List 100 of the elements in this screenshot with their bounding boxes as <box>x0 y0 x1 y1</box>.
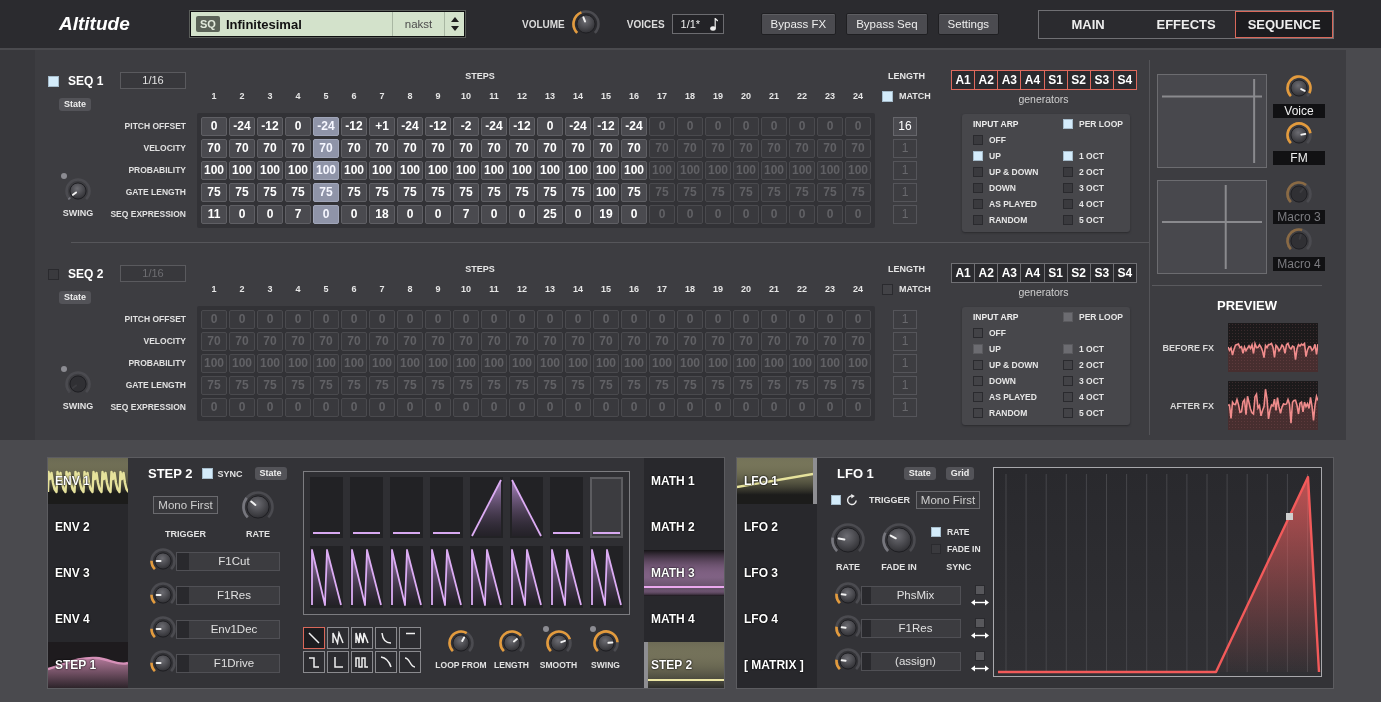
step-slot[interactable] <box>390 477 423 538</box>
option-checkbox[interactable] <box>973 360 983 370</box>
generator-button[interactable]: A4 <box>1020 70 1045 90</box>
step-value-field[interactable]: -24 <box>565 117 591 136</box>
step-value-field[interactable]: -24 <box>397 117 423 136</box>
up-down-arrows-icon[interactable] <box>450 17 459 31</box>
step-value-field[interactable]: -12 <box>257 117 283 136</box>
option-checkbox[interactable] <box>973 392 983 402</box>
step-value-field[interactable]: 100 <box>621 161 647 180</box>
generator-button[interactable]: A2 <box>974 70 999 90</box>
double-arrow-icon[interactable] <box>971 631 989 639</box>
enable-checkbox[interactable] <box>48 75 59 87</box>
step-value-field[interactable]: 100 <box>201 161 227 180</box>
voices-selector[interactable]: 1/1* <box>671 14 724 34</box>
step-value-field[interactable]: 100 <box>397 161 423 180</box>
option-checkbox[interactable] <box>973 215 983 225</box>
step-value-field[interactable]: 0 <box>201 117 227 136</box>
step-slot[interactable] <box>350 546 383 608</box>
step-slot[interactable] <box>590 477 623 538</box>
step-value-field[interactable]: -12 <box>425 117 451 136</box>
step-value-field[interactable]: 100 <box>537 161 563 180</box>
step-slot[interactable] <box>310 546 343 608</box>
generator-button[interactable]: S2 <box>1066 70 1091 90</box>
state-button[interactable]: State <box>59 291 91 304</box>
step-slot[interactable] <box>550 546 583 608</box>
modulator-tab[interactable]: STEP 2 <box>644 642 724 688</box>
option-checkbox[interactable] <box>1063 392 1073 402</box>
step-value-field[interactable]: 100 <box>341 161 367 180</box>
step-value-field[interactable]: 7 <box>285 205 311 224</box>
step-value-field[interactable]: 0 <box>313 205 339 224</box>
option-checkbox[interactable] <box>973 328 983 338</box>
option-checkbox[interactable] <box>1063 215 1073 225</box>
step-value-field[interactable]: 75 <box>257 183 283 202</box>
step-value-field[interactable]: 0 <box>481 205 507 224</box>
double-arrow-icon[interactable] <box>971 598 989 606</box>
generator-button[interactable]: A4 <box>1020 263 1045 283</box>
step-value-field[interactable]: -12 <box>509 117 535 136</box>
sync-checkbox[interactable] <box>201 468 213 479</box>
option-checkbox[interactable] <box>973 183 983 193</box>
step-value-field[interactable]: 100 <box>285 161 311 180</box>
step-value-field[interactable]: 70 <box>313 139 339 158</box>
step-value-field[interactable]: 75 <box>621 183 647 202</box>
modulator-tab[interactable]: [ MATRIX ] <box>737 642 817 688</box>
generator-button[interactable]: S4 <box>1112 263 1137 283</box>
modulator-tab[interactable]: LFO 3 <box>737 550 817 596</box>
step-value-field[interactable]: 70 <box>285 139 311 158</box>
step-slot[interactable] <box>470 477 503 538</box>
step-value-field[interactable]: 75 <box>537 183 563 202</box>
step-value-field[interactable]: 18 <box>369 205 395 224</box>
step-slot[interactable] <box>590 546 623 608</box>
modulator-tab[interactable]: ENV 3 <box>48 550 128 596</box>
page-tab[interactable]: EFFECTS <box>1137 10 1236 38</box>
step-value-field[interactable]: 100 <box>481 161 507 180</box>
step-value-field[interactable]: 75 <box>509 183 535 202</box>
step-value-field[interactable]: 70 <box>621 139 647 158</box>
state-button[interactable]: State <box>254 467 287 480</box>
step-value-field[interactable]: 100 <box>229 161 255 180</box>
option-checkbox[interactable] <box>973 151 983 161</box>
step-value-field[interactable]: 70 <box>537 139 563 158</box>
step-value-field[interactable]: 100 <box>313 161 339 180</box>
mod-target-field[interactable]: F1Res <box>176 585 280 605</box>
match-checkbox[interactable] <box>882 90 893 102</box>
bipolar-checkbox[interactable] <box>975 584 985 595</box>
macro-name-field[interactable]: Macro 3 <box>1273 210 1325 224</box>
step-value-field[interactable]: 75 <box>369 183 395 202</box>
generator-button[interactable]: A3 <box>997 263 1022 283</box>
step-value-field[interactable]: 0 <box>537 117 563 136</box>
macro-name-field[interactable]: FM <box>1273 151 1325 165</box>
match-checkbox[interactable] <box>882 283 893 295</box>
option-checkbox[interactable] <box>1063 408 1073 418</box>
step-value-field[interactable]: 7 <box>453 205 479 224</box>
option-checkbox[interactable] <box>931 526 941 537</box>
modulator-tab[interactable]: MATH 3 <box>644 550 724 596</box>
step-value-field[interactable]: -12 <box>341 117 367 136</box>
modulator-tab[interactable]: MATH 4 <box>644 596 724 642</box>
option-checkbox[interactable] <box>1063 344 1073 354</box>
step-value-field[interactable]: 75 <box>453 183 479 202</box>
option-checkbox[interactable] <box>1063 199 1073 209</box>
step-value-field[interactable]: 0 <box>621 205 647 224</box>
option-checkbox[interactable] <box>973 167 983 177</box>
step-slot[interactable] <box>390 546 423 608</box>
generator-button[interactable]: A3 <box>997 70 1022 90</box>
step-value-field[interactable]: 0 <box>565 205 591 224</box>
step-value-field[interactable]: 75 <box>397 183 423 202</box>
bipolar-checkbox[interactable] <box>975 650 985 661</box>
toolbar-button[interactable]: Bypass FX <box>760 13 837 35</box>
toolbar-button[interactable]: Settings <box>937 13 1000 35</box>
trigger-dropdown[interactable]: Mono First <box>153 496 218 514</box>
step-value-field[interactable]: 75 <box>565 183 591 202</box>
step-value-field[interactable]: 70 <box>565 139 591 158</box>
option-checkbox[interactable] <box>1063 376 1073 386</box>
option-checkbox[interactable] <box>1063 119 1073 129</box>
modulator-tab[interactable]: MATH 2 <box>644 504 724 550</box>
option-checkbox[interactable] <box>973 376 983 386</box>
generator-button[interactable]: S1 <box>1043 263 1068 283</box>
step-slot[interactable] <box>430 477 463 538</box>
step-value-field[interactable]: 70 <box>425 139 451 158</box>
step-value-field[interactable]: 100 <box>369 161 395 180</box>
option-checkbox[interactable] <box>973 344 983 354</box>
modulator-tab[interactable]: LFO 2 <box>737 504 817 550</box>
